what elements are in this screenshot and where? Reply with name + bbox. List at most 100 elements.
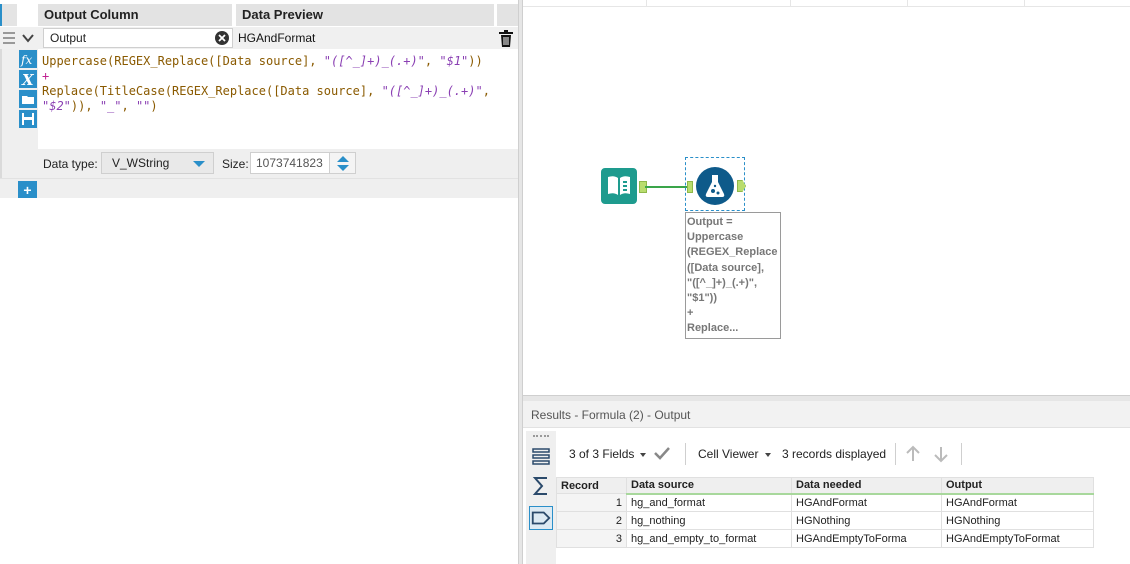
add-expression-button[interactable]: +	[18, 181, 37, 198]
expression-row[interactable]: HGAndFormat	[0, 27, 518, 49]
table-row[interactable]: 3 hg_and_empty_to_format HGAndEmptyToFor…	[556, 529, 1094, 548]
records-displayed: 3 records displayed	[782, 447, 887, 461]
expr-line4-find: "_"	[99, 99, 122, 113]
results-title-bar: Results - Formula (2) - Output	[523, 401, 1130, 428]
output-cell[interactable]: HGNothing	[941, 511, 1094, 530]
formula-flask-icon	[705, 175, 725, 197]
formula-annotation[interactable]: Output = Uppercase (REGEX_Replace ([Data…	[685, 212, 781, 339]
rows-icon[interactable]	[529, 444, 553, 468]
dropdown-arrow-icon	[193, 161, 205, 167]
grid-line	[907, 0, 908, 7]
column-header-output[interactable]: Output	[941, 477, 1094, 495]
column-header-record[interactable]: Record	[556, 477, 627, 494]
chevron-down-icon[interactable]	[21, 31, 35, 45]
sidebar-grip	[533, 435, 549, 437]
data-type-row: Data type: V_WString Size:	[38, 149, 518, 178]
fields-dropdown-icon[interactable]	[640, 453, 646, 457]
expr-line3-pattern: "([^_]+)_(.+)"	[381, 84, 483, 98]
record-cell[interactable]: 3	[556, 529, 627, 548]
svg-text:fx: fx	[20, 53, 32, 67]
input-data-tool[interactable]	[601, 168, 637, 204]
workflow-canvas[interactable]: Output = Uppercase (REGEX_Replace ([Data…	[523, 0, 1130, 395]
column-header-data-needed[interactable]: Data needed	[791, 477, 942, 495]
results-toolbar: 3 of 3 Fields Cell Viewer 3 records disp…	[561, 439, 1121, 469]
arrow-up-icon[interactable]	[905, 445, 921, 463]
spin-up-icon[interactable]	[337, 156, 349, 162]
canvas-grid	[523, 0, 1130, 7]
expression-grid-header: Output Column Data Preview	[0, 4, 518, 26]
toolbar-separator	[685, 443, 686, 465]
arrow-down-icon[interactable]	[933, 445, 949, 463]
size-input[interactable]	[250, 152, 330, 174]
results-sidebar	[526, 431, 556, 564]
expr-line1-replacement: "$1"	[439, 54, 469, 68]
grid-line	[646, 0, 647, 7]
expr-plus-operator: +	[42, 69, 50, 83]
record-cell[interactable]: 1	[556, 493, 627, 512]
header-filler	[497, 4, 518, 26]
expr-line4-empty: ""	[135, 99, 151, 113]
grip-icon[interactable]	[3, 30, 15, 46]
expr-line4-close: )	[150, 99, 158, 113]
toolbar-separator	[895, 443, 896, 465]
data-preview-header: Data Preview	[236, 4, 494, 26]
expression-code[interactable]: Uppercase(REGEX_Replace([Data source], "…	[42, 54, 512, 114]
results-panel: Results - Formula (2) - Output 3 of 3 Fi…	[523, 401, 1130, 564]
output-column-header: Output Column	[38, 4, 232, 26]
expr-line1-close: ))	[468, 54, 483, 68]
expr-line3-function: Replace(TitleCase(REGEX_Replace([Data so…	[42, 84, 382, 98]
save-icon[interactable]	[19, 110, 37, 128]
folder-open-icon[interactable]	[19, 90, 37, 108]
data-source-cell[interactable]: hg_and_empty_to_format	[626, 529, 792, 548]
output-field-input[interactable]	[43, 28, 233, 48]
spin-down-icon[interactable]	[337, 165, 349, 171]
output-cell[interactable]: HGAndFormat	[941, 493, 1094, 512]
output-cell[interactable]: HGAndEmptyToFormat	[941, 529, 1094, 548]
header-gutter	[0, 4, 17, 26]
data-needed-cell[interactable]: HGNothing	[791, 511, 942, 530]
sum-icon[interactable]	[529, 474, 553, 498]
column-header-data-source[interactable]: Data source	[626, 477, 792, 495]
trash-icon[interactable]	[498, 30, 514, 47]
expr-line4-replacement: "$2"	[42, 99, 71, 113]
grid-line	[790, 0, 791, 7]
input-data-icon	[608, 176, 630, 195]
tag-icon[interactable]	[529, 506, 553, 530]
table-row[interactable]: 1 hg_and_format HGAndFormat HGAndFormat	[556, 493, 1094, 512]
app-window: Output Column Data Preview HGAndFormat	[0, 0, 1130, 564]
data-preview-value: HGAndFormat	[238, 31, 316, 45]
data-needed-cell[interactable]: HGAndFormat	[791, 493, 942, 512]
table-row[interactable]: 2 hg_nothing HGNothing HGNothing	[556, 511, 1094, 530]
data-source-cell[interactable]: hg_nothing	[626, 511, 792, 530]
expr-line1-separator: ,	[424, 54, 440, 68]
formula-config-panel: Output Column Data Preview HGAndFormat	[0, 0, 518, 564]
expr-line1-pattern: "([^_]+)_(.+)"	[323, 54, 425, 68]
expr-line4-mid: )),	[70, 99, 100, 113]
variable-icon[interactable]: X	[19, 70, 37, 88]
fx-icon[interactable]: fx	[19, 50, 37, 68]
size-spinner[interactable]	[330, 152, 356, 174]
grid-line	[1024, 0, 1025, 7]
data-type-label: Data type:	[43, 157, 98, 171]
expr-line4-separator: ,	[121, 99, 136, 113]
toolbar-separator	[961, 443, 962, 465]
data-needed-cell[interactable]: HGAndEmptyToForma	[791, 529, 942, 548]
expr-line1-function: Uppercase(REGEX_Replace([Data source],	[42, 54, 324, 68]
gutter-line	[0, 49, 2, 180]
formula-tool[interactable]	[696, 167, 734, 205]
check-icon[interactable]	[653, 445, 671, 461]
table-header-row: Record Data source Data needed Output	[556, 477, 1094, 495]
svg-text:X: X	[21, 71, 35, 88]
data-source-cell[interactable]: hg_and_format	[626, 493, 792, 512]
data-type-select[interactable]: V_WString	[101, 152, 214, 174]
cell-viewer-dropdown-icon[interactable]	[765, 453, 771, 457]
add-expression-row: +	[0, 178, 518, 198]
data-type-value: V_WString	[112, 156, 170, 170]
cell-viewer-selector[interactable]: Cell Viewer	[698, 447, 758, 461]
clear-icon[interactable]	[215, 31, 229, 45]
record-cell[interactable]: 2	[556, 511, 627, 530]
size-label: Size:	[222, 157, 249, 171]
fields-selector[interactable]: 3 of 3 Fields	[569, 447, 634, 461]
results-title: Results - Formula (2) - Output	[531, 408, 691, 422]
results-table: Record Data source Data needed Output 1 …	[556, 477, 1094, 548]
